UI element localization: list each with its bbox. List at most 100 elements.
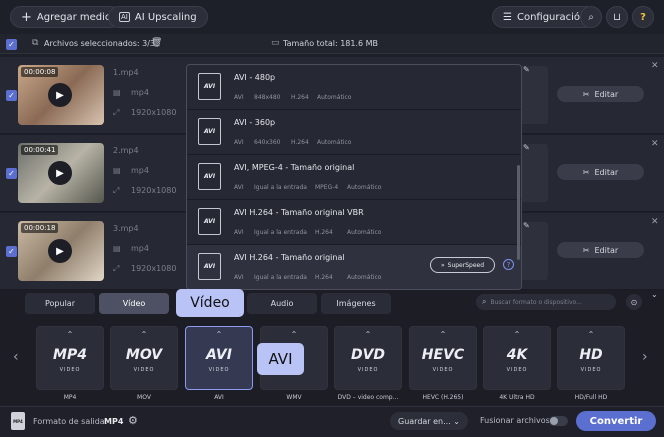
search-field[interactable]: ⌕ Buscar formato o dispositivo... [476,294,616,310]
duration-label: 00:00:18 [21,223,59,233]
play-icon[interactable]: ▶ [48,161,72,185]
format-card-avi[interactable]: ⌃ AVI VIDEO [185,326,253,390]
merge-files-toggle[interactable] [549,416,568,426]
help-icon[interactable]: ? [632,6,654,28]
selected-count: Archivos seleccionados: 3/3 [44,39,155,48]
info-icon[interactable]: ? [503,259,514,270]
chevron-up-icon: ⌃ [439,330,447,339]
select-all-checkbox[interactable]: ✓ [6,39,17,50]
output-format-label: Formato de salida: [33,417,108,426]
file-name: 2.mp4 [113,146,139,155]
ai-upscaling-button[interactable]: AI AI Upscaling [108,6,208,28]
tab-images[interactable]: Imágenes [321,293,391,314]
card-label: 4K Ultra HD [499,394,535,401]
disk-icon: ▭ [271,38,280,48]
card-label: WMV [286,394,302,401]
add-media-button[interactable]: + Agregar medio [10,6,123,28]
output-format-value: MP4 [104,417,124,426]
avi-file-icon: AVI [198,163,221,190]
files-icon: ⧉ [32,38,39,48]
file-checkbox[interactable]: ✓ [6,90,17,101]
settings-icon: ☰ [503,11,512,23]
chevron-up-icon: ⌃ [66,330,74,339]
tab-audio[interactable]: Audio [247,293,317,314]
plus-icon: + [21,9,32,25]
file-format: mp4 [131,88,149,97]
resolution-icon: ⤢ [113,186,120,195]
file-name: 1.mp4 [113,68,139,77]
scissors-icon: ✂ [582,245,590,255]
edit-button[interactable]: ✂ Editar [557,164,644,180]
file-resolution: 1920x1080 [131,264,177,273]
play-icon[interactable]: ▶ [48,83,72,107]
output-settings-box[interactable] [520,222,548,280]
file-format: mp4 [131,166,149,175]
scroll-right-icon[interactable]: › [642,349,648,365]
format-option[interactable]: AVI AVI - 360p AVI 640x360 H.264 Automát… [187,110,521,155]
chevron-up-icon: ⌃ [215,330,223,339]
play-icon[interactable]: ▶ [48,239,72,263]
file-checkbox[interactable]: ✓ [6,246,17,257]
file-format: mp4 [131,244,149,253]
format-card-hd[interactable]: ⌃ HD VIDEO [557,326,625,390]
edit-button[interactable]: ✂ Editar [557,242,644,258]
format-card-dvd[interactable]: ⌃ DVD VIDEO [334,326,402,390]
duration-label: 00:00:41 [21,145,59,155]
format-card-mov[interactable]: ⌃ MOV VIDEO [110,326,178,390]
edit-pen-icon[interactable]: ✎ [523,143,530,152]
edit-pen-icon[interactable]: ✎ [523,221,530,230]
edit-pen-icon[interactable]: ✎ [523,65,530,74]
scissors-icon: ✂ [582,89,590,99]
card-label: MOV [137,394,151,401]
close-icon[interactable]: ✕ [651,217,659,227]
output-format-icon: MP4 [11,412,25,430]
edit-button[interactable]: ✂ Editar [557,86,644,102]
cart-icon[interactable]: ⊔ [606,6,628,28]
output-settings-gear-icon[interactable]: ⚙ [128,414,138,427]
resolution-icon: ⤢ [113,264,120,273]
save-preset-icon[interactable]: ⊙ [626,294,642,310]
card-label: AVI [214,394,224,401]
dropdown-scrollbar[interactable] [517,165,520,260]
tab-popular[interactable]: Popular [25,293,95,314]
chevron-up-icon: ⌃ [587,330,595,339]
format-option[interactable]: AVI AVI H.264 - Tamaño original VBR AVI … [187,200,521,245]
collapse-panel-icon[interactable]: ⌄ [651,290,658,299]
format-option[interactable]: AVI AVI - 480p AVI 848x480 H.264 Automát… [187,65,521,110]
close-icon[interactable]: ✕ [651,139,659,149]
scissors-icon: ✂ [582,167,590,177]
card-label: DVD – video comp... [337,394,399,401]
duration-label: 00:00:08 [21,67,59,77]
convert-button[interactable]: Convertir [576,411,656,431]
video-thumbnail[interactable]: 00:00:18 ▶ [18,221,104,281]
avi-file-icon: AVI [198,253,221,280]
search-icon[interactable]: ⌕ [580,6,602,28]
close-icon[interactable]: ✕ [651,61,659,71]
avi-file-icon: AVI [198,118,221,145]
total-size: Tamaño total: 181.6 MB [283,39,379,48]
video-thumbnail[interactable]: 00:00:08 ▶ [18,65,104,125]
format-preset-dropdown[interactable]: AVI AVI - 480p AVI 848x480 H.264 Automát… [186,64,522,290]
format-icon: ▤ [113,88,121,97]
trash-icon[interactable]: 🗑 [151,38,162,48]
format-icon: ▤ [113,244,121,253]
tab-video[interactable]: Vídeo [99,293,169,314]
chevron-down-icon: ⌄ [453,416,460,426]
format-option[interactable]: AVI AVI, MPEG-4 - Tamaño original AVI Ig… [187,155,521,200]
scroll-left-icon[interactable]: ‹ [13,349,19,365]
format-option-selected[interactable]: AVI AVI H.264 - Tamaño original AVI Igua… [187,245,521,289]
format-card-mp4[interactable]: ⌃ MP4 VIDEO [36,326,104,390]
output-settings-box[interactable] [520,66,548,124]
format-card-4k[interactable]: ⌃ 4K VIDEO [483,326,551,390]
format-card-hevc[interactable]: ⌃ HEVC VIDEO [409,326,477,390]
chevron-up-icon: ⌃ [364,330,372,339]
card-label: MP4 [63,394,77,401]
video-thumbnail[interactable]: 00:00:41 ▶ [18,143,104,203]
format-icon: ▤ [113,166,121,175]
save-in-dropdown[interactable]: Guardar en... ⌄ [390,412,468,430]
output-settings-box[interactable] [520,144,548,202]
superspeed-badge: » SuperSpeed [430,257,495,273]
file-name: 3.mp4 [113,224,139,233]
file-checkbox[interactable]: ✓ [6,168,17,179]
resolution-icon: ⤢ [113,108,120,117]
